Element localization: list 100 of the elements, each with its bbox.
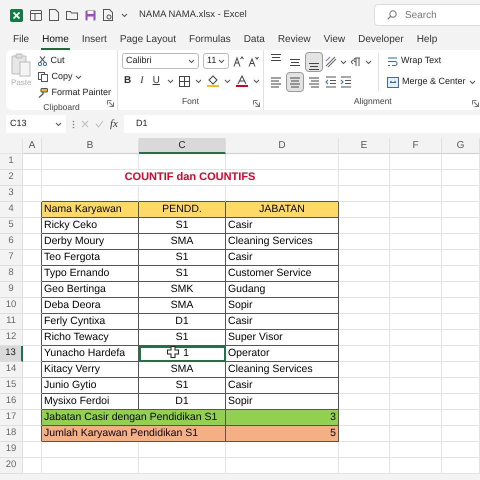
ribbon-tab[interactable]: Formulas <box>188 32 232 50</box>
customize-caret-icon[interactable] <box>121 12 128 18</box>
bold-button[interactable]: B <box>122 72 134 90</box>
row-header[interactable]: 4 <box>0 202 23 218</box>
row-header[interactable]: 20 <box>0 458 23 474</box>
column-header[interactable]: B <box>42 138 139 154</box>
row-header[interactable]: 16 <box>0 394 23 410</box>
enter-icon[interactable] <box>95 120 104 128</box>
row-header[interactable]: 3 <box>0 186 23 202</box>
row-header[interactable]: 18 <box>0 426 23 442</box>
orientation-icon[interactable] <box>325 56 337 68</box>
caret-icon[interactable] <box>340 60 347 64</box>
grow-font-icon[interactable] <box>233 56 244 66</box>
table-cell[interactable]: S1 <box>139 250 226 266</box>
copy-button[interactable]: Copy <box>36 69 113 85</box>
ribbon-tab[interactable]: Help <box>416 32 438 50</box>
column-header[interactable]: A <box>23 138 42 154</box>
table-cell[interactable] <box>23 234 42 250</box>
table-cell[interactable]: Junio Gytio <box>42 378 139 394</box>
ribbon-tab[interactable]: Data <box>242 32 266 50</box>
table-cell[interactable] <box>23 378 42 394</box>
increase-indent-icon[interactable] <box>340 76 352 88</box>
row-header[interactable]: 17 <box>0 410 23 426</box>
ribbon-tab[interactable]: Insert <box>80 32 108 50</box>
name-box[interactable]: C13 <box>6 115 66 133</box>
caret-icon[interactable] <box>166 78 174 84</box>
table-cell[interactable]: D1 <box>139 314 226 330</box>
insert-function-button[interactable]: fx <box>110 116 118 132</box>
ribbon-tab[interactable]: Page Layout <box>118 32 177 50</box>
table-cell[interactable]: S1 <box>139 330 226 346</box>
cut-button[interactable]: Cut <box>36 53 113 69</box>
table-cell[interactable]: Yunacho Hardefa <box>42 346 139 362</box>
row-header[interactable]: 11 <box>0 314 23 330</box>
format-painter-button[interactable]: Format Painter <box>36 85 113 101</box>
row-header[interactable]: 19 <box>0 442 23 458</box>
save-icon[interactable] <box>85 10 96 20</box>
fill-color-icon[interactable] <box>206 75 219 87</box>
dialog-launcher-icon[interactable] <box>107 100 114 107</box>
italic-button[interactable]: I <box>138 72 146 90</box>
table-cell[interactable] <box>23 330 42 346</box>
table-cell[interactable]: Casir <box>226 314 339 330</box>
table-cell[interactable]: Cleaning Services <box>226 362 339 378</box>
row-header[interactable]: 15 <box>0 378 23 394</box>
layout-icon[interactable] <box>30 10 42 20</box>
font-size-dropdown[interactable]: 11 <box>203 53 229 69</box>
formula-input[interactable]: D1 <box>124 115 480 133</box>
ribbon-tab[interactable]: Developer <box>357 32 405 50</box>
row-header[interactable]: 6 <box>0 234 23 250</box>
row-header[interactable]: 1 <box>0 154 23 170</box>
row-header[interactable]: 8 <box>0 266 23 282</box>
table-cell[interactable]: Ricky Ceko <box>42 218 139 234</box>
table-cell[interactable] <box>23 314 42 330</box>
folder-icon[interactable] <box>66 10 78 20</box>
font-color-icon[interactable] <box>236 75 248 87</box>
table-cell[interactable]: Geo Bertinga <box>42 282 139 298</box>
caret-icon[interactable] <box>252 78 260 84</box>
table-cell[interactable]: SMA <box>139 298 226 314</box>
ribbon-tab[interactable]: View <box>322 32 346 50</box>
select-all-corner[interactable] <box>0 138 23 154</box>
row-header[interactable]: 7 <box>0 250 23 266</box>
caret-icon[interactable] <box>224 78 231 84</box>
table-cell[interactable]: Typo Ernando <box>42 266 139 282</box>
row-header[interactable]: 13 <box>0 346 23 362</box>
table-cell[interactable]: Richo Tewacy <box>42 330 139 346</box>
table-cell[interactable]: SMA <box>139 362 226 378</box>
table-cell[interactable]: 1 <box>139 346 226 362</box>
table-cell[interactable] <box>23 298 42 314</box>
ribbon-tab[interactable]: File <box>12 32 30 50</box>
wrap-text-button[interactable]: Wrap Text <box>385 53 478 69</box>
row-header[interactable]: 10 <box>0 298 23 314</box>
table-cell[interactable]: Casir <box>226 250 339 266</box>
row-header[interactable]: 9 <box>0 282 23 298</box>
caret-icon[interactable] <box>365 60 372 64</box>
merge-center-button[interactable]: Merge & Center <box>385 74 478 90</box>
ribbon-tab[interactable]: Review <box>276 32 312 50</box>
text-direction-icon[interactable] <box>350 57 362 67</box>
column-header[interactable]: G <box>442 138 480 154</box>
decrease-indent-icon[interactable] <box>325 76 337 88</box>
dialog-launcher-icon[interactable] <box>253 100 260 107</box>
row-header[interactable]: 5 <box>0 218 23 234</box>
column-header[interactable]: E <box>339 138 390 154</box>
table-cell[interactable]: SMA <box>139 234 226 250</box>
table-cell[interactable]: Teo Fergota <box>42 250 139 266</box>
row-header[interactable]: 14 <box>0 362 23 378</box>
table-cell[interactable]: Casir <box>226 378 339 394</box>
print-preview-icon[interactable] <box>103 9 114 21</box>
table-cell[interactable] <box>23 362 42 378</box>
align-center-button[interactable] <box>287 73 303 91</box>
column-header[interactable]: D <box>226 138 339 154</box>
row-header[interactable]: 2 <box>0 170 23 186</box>
borders-icon[interactable] <box>178 76 190 86</box>
table-cell[interactable]: Casir <box>226 218 339 234</box>
table-cell[interactable]: Derby Moury <box>42 234 139 250</box>
more-options-icon[interactable] <box>72 120 75 128</box>
search-field[interactable]: Search <box>374 4 480 26</box>
caret-icon[interactable] <box>194 78 202 84</box>
table-cell[interactable]: SMK <box>139 282 226 298</box>
table-cell[interactable]: S1 <box>139 378 226 394</box>
align-bottom-button[interactable] <box>306 53 322 71</box>
table-cell[interactable]: S1 <box>139 218 226 234</box>
